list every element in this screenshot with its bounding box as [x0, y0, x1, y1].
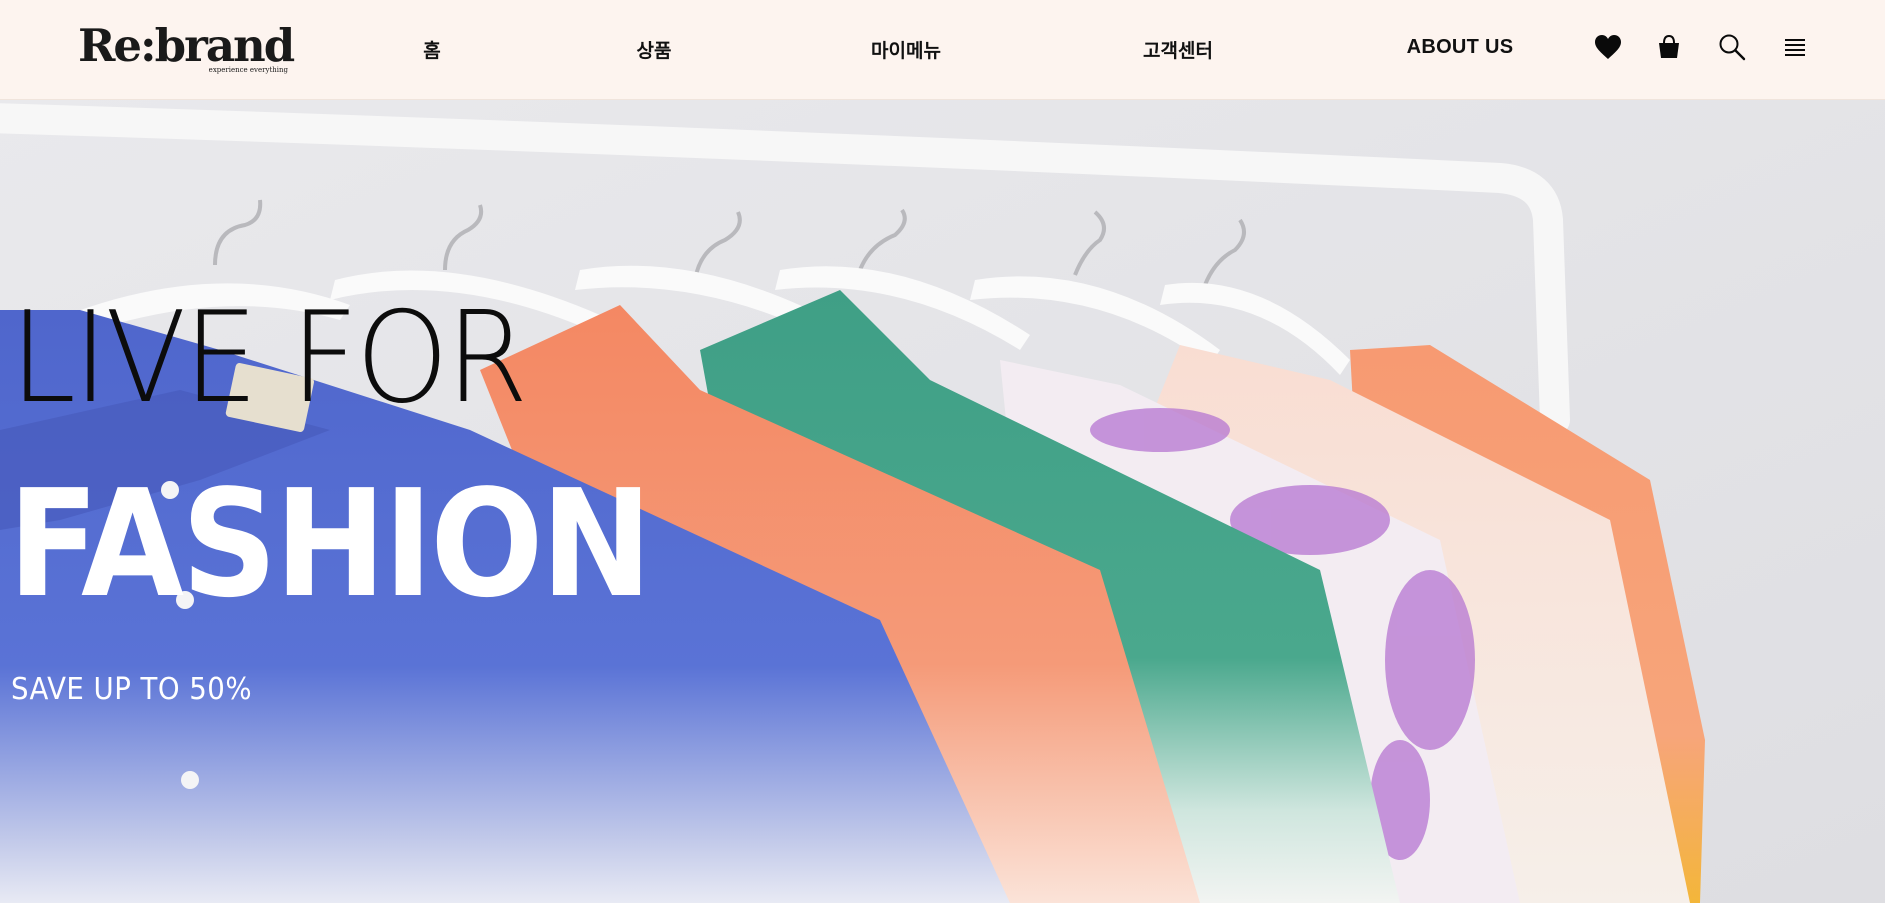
logo-tagline: experience everything — [208, 66, 288, 74]
hero-banner: LIVE FOR FASHION SAVE UP TO 50% — [0, 100, 1885, 903]
nav-about-us[interactable]: ABOUT US — [1407, 36, 1514, 59]
search-icon[interactable] — [1717, 32, 1747, 62]
hero-headline-main: FASHION — [8, 458, 652, 630]
hero-headline-top: LIVE FOR — [10, 284, 528, 431]
nav-mymenu[interactable]: 마이메뉴 — [871, 36, 941, 63]
menu-icon[interactable] — [1780, 32, 1810, 62]
nav-customer-center[interactable]: 고객센터 — [1143, 36, 1213, 63]
logo-text: Re:brand — [78, 19, 295, 72]
hero-promo-text: SAVE UP TO 50% — [11, 672, 253, 707]
shopping-bag-icon[interactable] — [1654, 32, 1684, 62]
nav-home[interactable]: 홈 — [423, 36, 440, 63]
heart-icon[interactable] — [1593, 32, 1623, 62]
site-header: Re:brand experience everything 홈 상품 마이메뉴… — [0, 0, 1885, 100]
nav-products[interactable]: 상품 — [637, 36, 672, 63]
brand-logo[interactable]: Re:brand experience everything — [78, 19, 295, 78]
